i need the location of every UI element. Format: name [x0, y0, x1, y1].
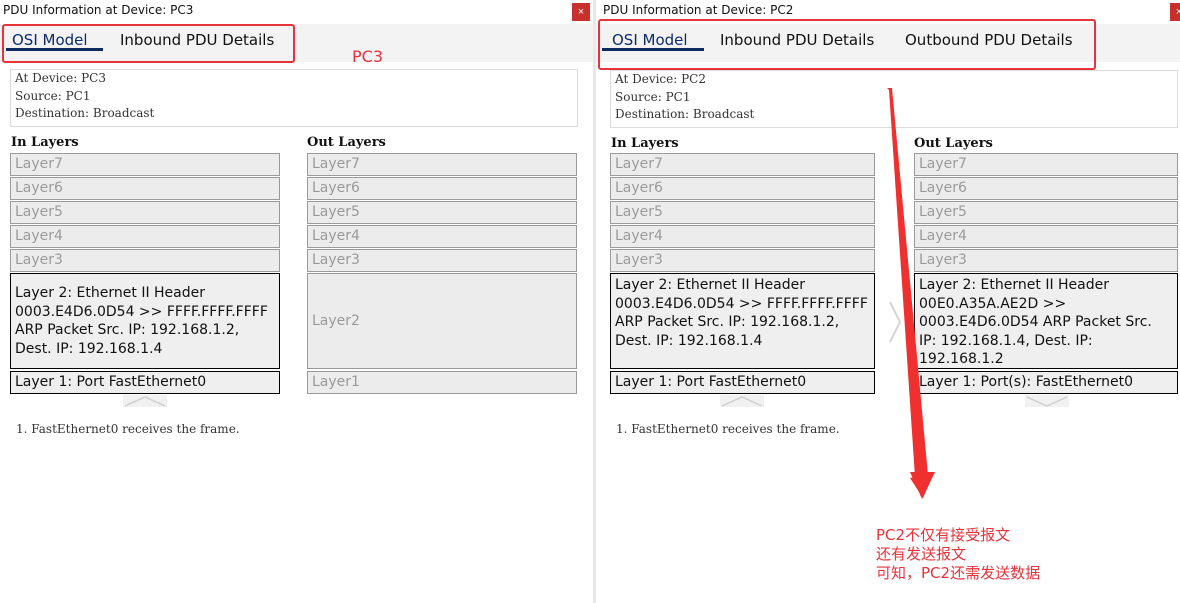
pc2-close-button[interactable]: × — [1170, 3, 1180, 21]
pc3-out-layer7[interactable]: Layer7 — [307, 153, 577, 176]
pc2-in-layer7[interactable]: Layer7 — [610, 153, 875, 176]
pc3-title-bar: PDU Information at Device: PC3 × — [0, 0, 593, 21]
pc3-out-layer6[interactable]: Layer6 — [307, 177, 577, 200]
pc3-step-1: 1. FastEthernet0 receives the frame. — [16, 422, 240, 436]
pc2-out-layer3[interactable]: Layer3 — [914, 249, 1178, 272]
annotation-line-3: 可知，PC2还需发送数据 — [876, 564, 1041, 582]
pc3-tabs-highlight-box — [2, 24, 295, 63]
pc2-in-layer6[interactable]: Layer6 — [610, 177, 875, 200]
pc3-in-layer4[interactable]: Layer4 — [10, 225, 280, 248]
pc2-up-chevron-icon[interactable] — [720, 395, 764, 407]
pc3-in-layer5[interactable]: Layer5 — [10, 201, 280, 224]
pc3-in-layer2[interactable]: Layer 2: Ethernet II Header 0003.E4D6.0D… — [10, 273, 280, 369]
pc3-in-layers-header: In Layers — [11, 135, 79, 150]
pc2-in-layer3[interactable]: Layer3 — [610, 249, 875, 272]
pc3-out-layer5[interactable]: Layer5 — [307, 201, 577, 224]
pc2-in-layer1[interactable]: Layer 1: Port FastEthernet0 — [610, 371, 875, 394]
pc3-in-layer1[interactable]: Layer 1: Port FastEthernet0 — [10, 371, 280, 394]
pc2-in-layer5[interactable]: Layer5 — [610, 201, 875, 224]
pc2-out-layer2[interactable]: Layer 2: Ethernet II Header 00E0.A35A.AE… — [914, 273, 1178, 369]
pc3-source: Source: PC1 — [15, 88, 91, 103]
pc3-in-layer7[interactable]: Layer7 — [10, 153, 280, 176]
pc2-step-1: 1. FastEthernet0 receives the frame. — [616, 422, 840, 436]
annotation-down-arrow-icon — [887, 88, 935, 499]
pc3-pdu-window: PDU Information at Device: PC3 × OSI Mod… — [0, 0, 593, 603]
pc3-up-chevron-icon[interactable] — [123, 395, 167, 407]
pc2-tabs-highlight-box — [598, 19, 1096, 70]
pc2-annotation-note: PC2不仅有接受报文 还有发送报文 可知，PC2还需发送数据 — [876, 526, 1040, 583]
pc2-down-chevron-icon[interactable] — [1025, 395, 1069, 407]
pc2-in-layer4[interactable]: Layer4 — [610, 225, 875, 248]
pc3-at-device: At Device: PC3 — [15, 71, 107, 85]
pc3-annotation-label: PC3 — [352, 47, 383, 66]
pc2-out-layer7[interactable]: Layer7 — [914, 153, 1178, 176]
pc3-out-layer2[interactable]: Layer2 — [307, 273, 577, 369]
pc2-out-layer4[interactable]: Layer4 — [914, 225, 1178, 248]
pc3-in-layer6[interactable]: Layer6 — [10, 177, 280, 200]
pc3-out-layer1[interactable]: Layer1 — [307, 371, 577, 394]
annotation-line-1: PC2不仅有接受报文 — [876, 526, 1011, 544]
pc3-in-layer3[interactable]: Layer3 — [10, 249, 280, 272]
pc3-close-button[interactable]: × — [572, 3, 590, 21]
pc2-title-bar: PDU Information at Device: PC2 × — [596, 0, 1180, 21]
pc3-out-layers-header: Out Layers — [307, 135, 386, 150]
pc3-window-title: PDU Information at Device: PC3 — [3, 3, 194, 17]
pc2-out-layer5[interactable]: Layer5 — [914, 201, 1178, 224]
pc2-out-layer1[interactable]: Layer 1: Port(s): FastEthernet0 — [914, 371, 1178, 394]
pc3-pdu-summary: At Device: PC3 Source: PC1 Destination: … — [10, 69, 578, 127]
pc3-out-layer3[interactable]: Layer3 — [307, 249, 577, 272]
pc3-destination: Destination: Broadcast — [15, 106, 155, 120]
pc3-out-layer4[interactable]: Layer4 — [307, 225, 577, 248]
pc2-out-layer6[interactable]: Layer6 — [914, 177, 1178, 200]
pc2-window-title: PDU Information at Device: PC2 — [603, 3, 794, 17]
annotation-line-2: 还有发送报文 — [876, 545, 967, 563]
pc2-in-layers-header: In Layers — [611, 136, 679, 151]
pc2-in-layer2[interactable]: Layer 2: Ethernet II Header 0003.E4D6.0D… — [610, 273, 875, 369]
